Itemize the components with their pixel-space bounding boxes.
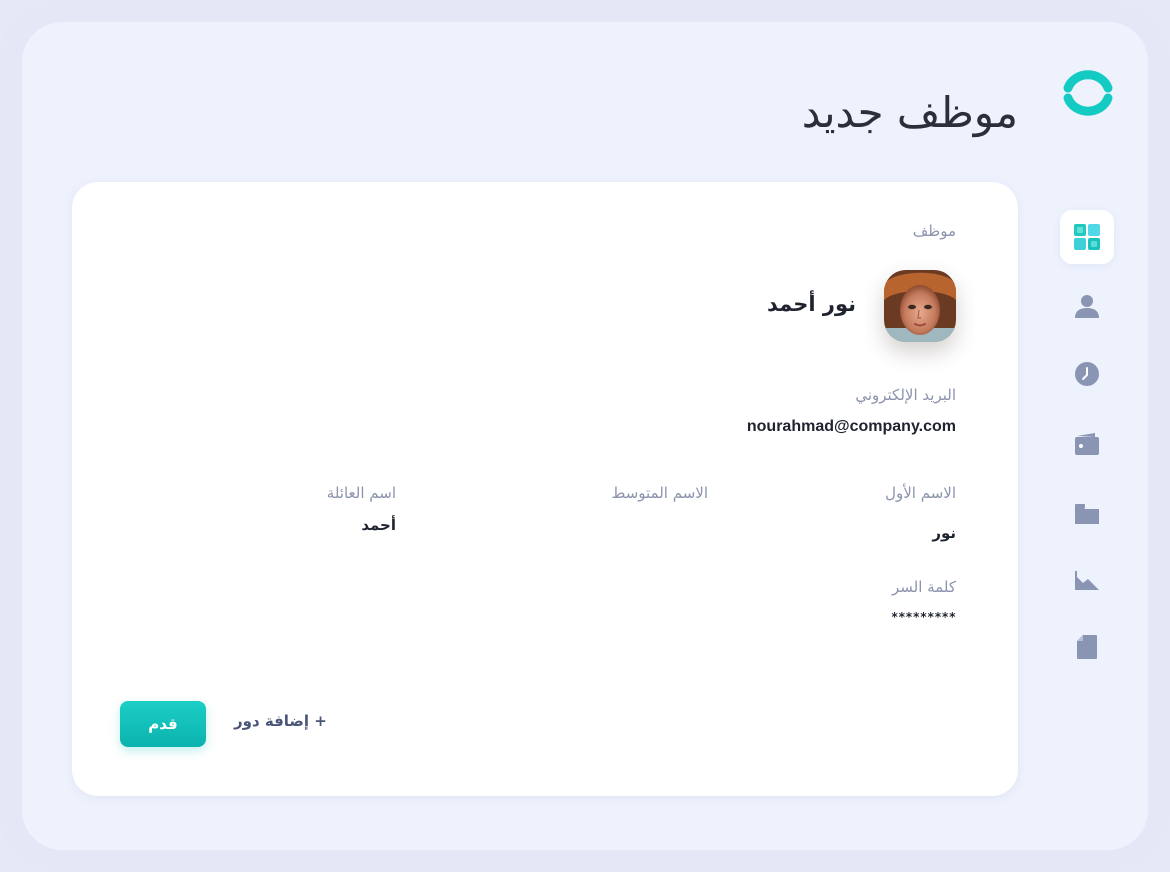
employee-form-card: موظف نور أحمد البريد الإلكتروني nourahma…: [72, 182, 1018, 796]
password-field[interactable]: *********: [891, 610, 956, 624]
avatar[interactable]: [884, 270, 956, 342]
page-title: موظف جديد: [801, 88, 1018, 137]
folder-icon: [1075, 504, 1099, 524]
wallet-icon: [1075, 433, 1099, 455]
employee-section-label: موظف: [912, 222, 956, 240]
clock-icon: [1075, 362, 1099, 386]
submit-button[interactable]: قدم: [120, 701, 206, 747]
middle-name-label: الاسم المتوسط: [611, 484, 708, 502]
middle-name-field[interactable]: [588, 516, 708, 536]
document-icon: [1077, 635, 1097, 659]
first-name-field[interactable]: نور: [932, 524, 956, 542]
employee-full-name: نور أحمد: [767, 292, 856, 316]
sidebar-item-folder[interactable]: [1060, 487, 1114, 541]
add-role-link[interactable]: + إضافة دور: [234, 712, 327, 730]
sidebar-item-chart[interactable]: [1060, 553, 1114, 607]
sidebar-item-documents[interactable]: [1060, 620, 1114, 674]
last-name-label: اسم العائلة: [326, 484, 396, 502]
avatar-photo: [884, 270, 956, 342]
area-chart-icon: [1075, 571, 1099, 590]
sidebar-item-user[interactable]: [1060, 279, 1114, 333]
email-field[interactable]: nourahmad@company.com: [747, 418, 956, 436]
device-frame: موظف جديد موظف نور أحمد البريد الإلكترون…: [0, 0, 1170, 872]
sidebar-item-time[interactable]: [1060, 347, 1114, 401]
password-label: كلمة السر: [892, 578, 956, 596]
first-name-label: الاسم الأول: [885, 484, 956, 502]
logo-icon: [1063, 70, 1113, 116]
user-icon: [1075, 295, 1099, 318]
sidebar-item-dashboard[interactable]: [1060, 210, 1114, 264]
email-label: البريد الإلكتروني: [855, 386, 956, 404]
last-name-field[interactable]: أحمد: [361, 516, 396, 534]
dashboard-icon: [1074, 224, 1100, 250]
app-screen: موظف جديد موظف نور أحمد البريد الإلكترون…: [22, 22, 1148, 850]
sidebar-item-wallet[interactable]: [1060, 417, 1114, 471]
